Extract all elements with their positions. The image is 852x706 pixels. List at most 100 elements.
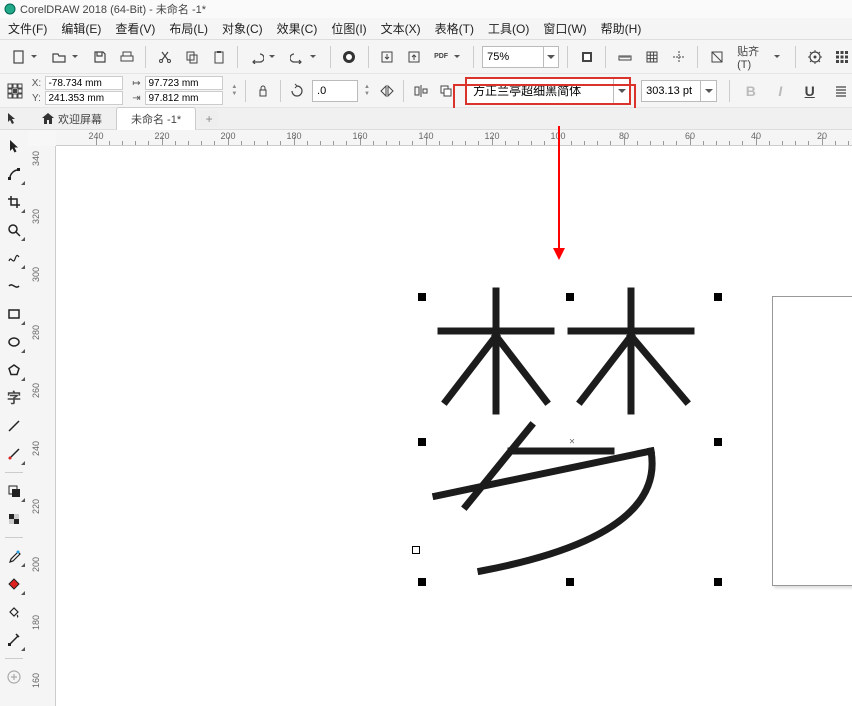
font-family-dropdown[interactable] [613, 79, 629, 103]
font-size-box[interactable] [641, 80, 717, 102]
sel-handle-bm[interactable] [566, 578, 574, 586]
sel-handle-bl[interactable] [418, 578, 426, 586]
angle-spinner[interactable]: ▲▼ [362, 84, 372, 98]
drop-shadow-tool[interactable] [4, 481, 24, 501]
tab-welcome[interactable]: 欢迎屏幕 [28, 108, 116, 130]
sel-handle-tl[interactable] [418, 293, 426, 301]
sel-handle-tr[interactable] [714, 293, 722, 301]
menu-edit[interactable]: 编辑(E) [61, 20, 101, 37]
ellipse-tool[interactable] [4, 332, 24, 352]
publish-pdf-button[interactable]: PDF [431, 46, 452, 68]
export-button[interactable] [404, 46, 425, 68]
show-grid-button[interactable] [641, 46, 662, 68]
align-distribute-button[interactable] [410, 80, 431, 102]
menu-tools[interactable]: 工具(O) [488, 20, 529, 37]
eyedropper-tool[interactable] [4, 546, 24, 566]
menu-window[interactable]: 窗口(W) [543, 20, 586, 37]
text-align-button[interactable] [830, 80, 851, 102]
snap-label[interactable]: 贴齐(T) [737, 43, 771, 71]
outline-pen-tool[interactable] [4, 630, 24, 650]
menu-text[interactable]: 文本(X) [381, 20, 421, 37]
print-button[interactable] [116, 46, 137, 68]
pick-tool-tab-icon[interactable] [6, 111, 18, 129]
font-size-dropdown[interactable] [700, 81, 716, 101]
app-launcher-button[interactable] [831, 46, 852, 68]
polygon-tool[interactable] [4, 360, 24, 380]
tab-document[interactable]: 未命名 -1* [116, 107, 196, 131]
mirror-h-button[interactable] [376, 80, 397, 102]
angle-box[interactable] [312, 80, 358, 102]
copy-button[interactable] [181, 46, 202, 68]
show-guidelines-button[interactable] [668, 46, 689, 68]
menu-object[interactable]: 对象(C) [222, 20, 263, 37]
sel-text-origin[interactable] [412, 546, 420, 554]
sel-handle-tm[interactable] [566, 293, 574, 301]
parallel-dim-tool[interactable] [4, 416, 24, 436]
underline-button[interactable]: U [799, 80, 820, 102]
h-icon: ⇥ [129, 93, 143, 104]
zoom-input[interactable] [483, 47, 543, 67]
zoom-tool[interactable] [4, 220, 24, 240]
transparency-tool[interactable] [4, 509, 24, 529]
menu-view[interactable]: 查看(V) [115, 20, 155, 37]
undo-button[interactable] [246, 46, 267, 68]
canvas[interactable]: × [56, 146, 852, 706]
w-input[interactable] [145, 76, 223, 90]
show-rulers-button[interactable] [614, 46, 635, 68]
options-button[interactable] [804, 46, 825, 68]
shape-tool[interactable] [4, 164, 24, 184]
new-button[interactable] [8, 46, 29, 68]
rectangle-tool[interactable] [4, 304, 24, 324]
font-size-input[interactable] [642, 81, 700, 101]
order-button[interactable] [436, 80, 457, 102]
angle-input[interactable] [313, 81, 357, 101]
y-input[interactable] [45, 91, 123, 105]
interactive-fill-tool[interactable] [4, 574, 24, 594]
import-button[interactable] [377, 46, 398, 68]
menu-file[interactable]: 文件(F) [8, 20, 47, 37]
scale-spinner[interactable]: ▲▼ [229, 84, 239, 98]
text-tool[interactable]: 字 [4, 388, 24, 408]
artistic-media-tool[interactable] [4, 276, 24, 296]
app-title: CorelDRAW 2018 (64-Bit) - 未命名 -1* [20, 1, 206, 17]
sel-handle-mr[interactable] [714, 438, 722, 446]
italic-button[interactable]: I [770, 80, 791, 102]
menu-table[interactable]: 表格(T) [435, 20, 474, 37]
redo-button[interactable] [287, 46, 308, 68]
zoom-dropdown[interactable] [543, 47, 558, 67]
menu-help[interactable]: 帮助(H) [601, 20, 642, 37]
ruler-vertical[interactable]: 340320300280260240220200180160 [28, 146, 56, 706]
h-input[interactable] [145, 91, 223, 105]
fullscreen-button[interactable] [576, 46, 597, 68]
pick-tool[interactable] [4, 136, 24, 156]
object-origin-button[interactable] [4, 80, 25, 102]
quick-customize[interactable] [4, 667, 24, 687]
zoom-level[interactable] [482, 46, 559, 68]
menu-bitmaps[interactable]: 位图(I) [331, 20, 366, 37]
crop-tool[interactable] [4, 192, 24, 212]
menu-layout[interactable]: 布局(L) [169, 20, 208, 37]
x-label: X: [29, 78, 43, 89]
search-content-button[interactable] [339, 46, 360, 68]
x-input[interactable] [45, 76, 123, 90]
connector-tool[interactable] [4, 444, 24, 464]
font-family-box[interactable] [465, 77, 631, 105]
menu-effects[interactable]: 效果(C) [277, 20, 318, 37]
bold-button[interactable]: B [740, 80, 761, 102]
font-family-input[interactable] [473, 80, 613, 102]
smart-fill-tool[interactable] [4, 602, 24, 622]
save-button[interactable] [89, 46, 110, 68]
freehand-tool[interactable] [4, 248, 24, 268]
sel-handle-ml[interactable] [418, 438, 426, 446]
open-button[interactable] [49, 46, 70, 68]
position-group: X: Y: [29, 76, 123, 105]
cut-button[interactable] [154, 46, 175, 68]
snap-off-button[interactable] [706, 46, 727, 68]
ruler-horizontal[interactable]: 24022020018016014012010080604020 [56, 130, 852, 146]
paste-button[interactable] [208, 46, 229, 68]
sel-center[interactable]: × [569, 437, 575, 448]
canvas-text-object[interactable] [411, 276, 731, 586]
tab-new[interactable]: + [200, 111, 218, 127]
lock-ratio-button[interactable] [252, 80, 273, 102]
sel-handle-br[interactable] [714, 578, 722, 586]
